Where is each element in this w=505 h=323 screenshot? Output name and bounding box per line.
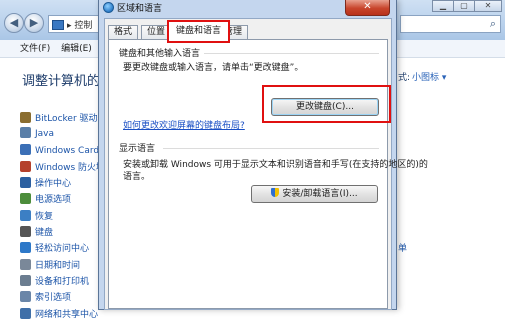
recovery-icon	[20, 209, 31, 221]
control-panel-item-label: 轻松访问中心	[35, 244, 90, 255]
display-language-description-line2: 语言。	[123, 172, 151, 182]
globe-icon	[103, 2, 114, 13]
dialog-titlebar: 区域和语言 ✕	[99, 0, 396, 16]
control-panel-item[interactable]: 电源选项	[20, 192, 111, 208]
tab-location[interactable]: 位置	[141, 25, 172, 40]
dialog-title: 区域和语言	[117, 4, 163, 14]
view-by-control[interactable]: 式: 小图标 ▾	[398, 70, 446, 83]
cardspace-icon	[20, 143, 31, 155]
keyboard-icon	[20, 226, 31, 238]
control-panel-item[interactable]: Windows 防火墙	[20, 160, 111, 176]
view-by-label: 式:	[398, 73, 411, 83]
control-panel-item[interactable]: BitLocker 驱动器	[20, 111, 111, 127]
forward-button[interactable]: ▶	[24, 13, 44, 33]
group-divider	[204, 53, 379, 54]
control-panel-item[interactable]: 网络和共享中心	[20, 307, 111, 323]
dialog-body: 格式 位置 键盘和语言 管理 键盘和其他输入语言 要更改键盘或输入语言，请单击“…	[104, 18, 428, 310]
control-panel-item[interactable]: 操作中心	[20, 176, 111, 192]
region-language-dialog: 区域和语言 ✕ 格式 位置 键盘和语言 管理 键盘和其他输入语言 要更改键盘或输…	[98, 0, 428, 310]
dialog-close-button[interactable]: ✕	[345, 0, 390, 16]
maximize-button[interactable]: ▢	[453, 0, 475, 12]
control-panel-item[interactable]: 日期和时间	[20, 258, 111, 274]
ease-of-access-icon	[20, 242, 31, 254]
control-panel-item-label: 网络和共享中心	[35, 309, 99, 320]
tab-formats[interactable]: 格式	[108, 25, 139, 40]
view-by-value[interactable]: 小图标 ▾	[412, 73, 446, 83]
control-panel-items: BitLocker 驱动器 Java Windows CardSp Windows 防…	[20, 111, 111, 323]
search-box[interactable]: ⌕	[400, 15, 501, 33]
control-panel-item[interactable]: Windows CardSp	[20, 143, 111, 160]
group-divider	[163, 148, 379, 149]
control-panel-item[interactable]: 恢复	[20, 209, 111, 225]
minimize-button[interactable]: ▁	[432, 0, 454, 12]
clock-icon	[20, 258, 31, 270]
control-panel-item-label: 日期和时间	[35, 260, 81, 271]
install-uninstall-languages-button[interactable]: 安装/卸载语言(I)...	[251, 185, 378, 203]
index-icon	[20, 291, 31, 303]
keyboards-group-title: 键盘和其他输入语言	[119, 49, 201, 59]
control-panel-item-label: 设备和打印机	[35, 276, 90, 287]
tab-keyboards-languages[interactable]: 键盘和语言	[166, 20, 231, 43]
keyboards-description: 要更改键盘或输入语言，请单击“更改键盘”。	[123, 63, 304, 73]
control-panel-item[interactable]: 轻松访问中心	[20, 241, 111, 257]
control-panel-icon	[52, 20, 64, 30]
control-panel-item-label: 索引选项	[35, 293, 72, 304]
install-button-label: 安装/卸载语言(I)...	[282, 189, 358, 199]
display-language-description-line1: 安装或卸载 Windows 可用于显示文本和识别语音和手写(在支持的地区的)的	[123, 160, 428, 170]
control-panel-item[interactable]: 键盘	[20, 225, 111, 241]
control-panel-item-label: 电源选项	[35, 195, 72, 206]
menu-file[interactable]: 文件(F)	[20, 40, 50, 58]
control-panel-item-label: 恢复	[35, 211, 54, 222]
uac-shield-icon	[271, 188, 280, 197]
power-icon	[20, 193, 31, 205]
menu-edit[interactable]: 编辑(E)	[61, 40, 92, 58]
right-column-fragment[interactable]: 单	[398, 241, 407, 254]
close-window-button[interactable]: ✕	[474, 0, 502, 12]
control-panel-item-label: BitLocker 驱动器	[35, 114, 107, 124]
firewall-icon	[20, 160, 31, 172]
keyboards-languages-panel: 键盘和其他输入语言 要更改键盘或输入语言，请单击“更改键盘”。 更改键盘(C).…	[108, 39, 428, 309]
control-panel-item[interactable]: 索引选项	[20, 290, 111, 306]
address-crumb: 控制	[74, 21, 93, 31]
change-keyboard-button[interactable]: 更改键盘(C)...	[271, 98, 379, 116]
printer-icon	[20, 274, 31, 286]
control-panel-item-label: 操作中心	[35, 179, 72, 190]
bitlocker-icon	[20, 112, 31, 123]
control-panel-item-label: Java	[35, 129, 55, 140]
control-panel-item[interactable]: 设备和打印机	[20, 274, 111, 290]
close-icon: ✕	[363, 1, 372, 12]
search-icon: ⌕	[489, 17, 496, 30]
java-icon	[20, 127, 31, 139]
network-icon	[20, 307, 31, 319]
control-panel-item-label: Windows 防火墙	[35, 162, 106, 173]
welcome-screen-keyboard-link[interactable]: 如何更改欢迎屏幕的键盘布局?	[123, 118, 245, 131]
control-panel-item-label: 键盘	[35, 228, 54, 239]
address-bar[interactable]: ▸ 控制	[48, 15, 104, 33]
back-button[interactable]: ◀	[4, 13, 24, 33]
display-language-group-title: 显示语言	[119, 144, 156, 154]
control-panel-item[interactable]: Java	[20, 127, 111, 143]
flag-icon	[20, 177, 31, 189]
